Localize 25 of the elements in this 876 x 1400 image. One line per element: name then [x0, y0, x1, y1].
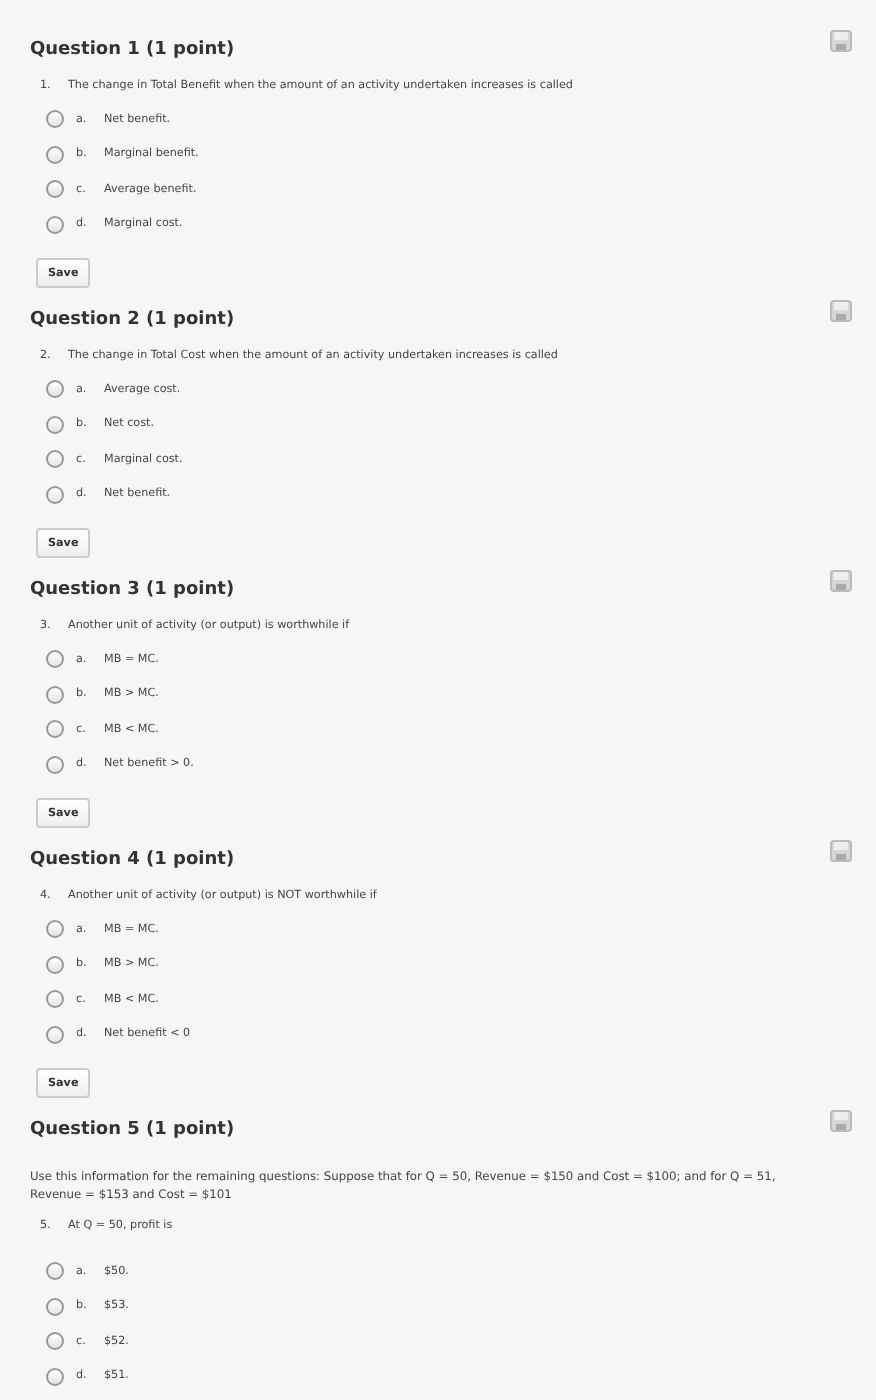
question-title: Question 3 (1 point)	[30, 578, 235, 602]
radio-button[interactable]	[46, 110, 64, 129]
radio-button[interactable]	[46, 1367, 64, 1386]
radio-button[interactable]	[46, 720, 64, 739]
question-title: Question 1 (1 point)	[30, 38, 235, 62]
radio-button[interactable]	[46, 755, 64, 774]
radio-button[interactable]	[46, 955, 64, 974]
radio-button[interactable]	[46, 485, 64, 504]
radio-button[interactable]	[46, 450, 64, 469]
radio-button[interactable]	[46, 1332, 64, 1351]
radio-button[interactable]	[46, 990, 64, 1009]
radio-button[interactable]	[46, 920, 64, 939]
radio-button[interactable]	[46, 650, 64, 669]
question-title: Question 5 (1 point)	[30, 1118, 235, 1142]
radio-button[interactable]	[46, 145, 64, 164]
radio-button[interactable]	[46, 180, 64, 199]
radio-button[interactable]	[46, 415, 64, 434]
radio-button[interactable]	[46, 685, 64, 704]
question-title: Question 2 (1 point)	[30, 308, 235, 332]
radio-button[interactable]	[46, 1262, 64, 1281]
question-title: Question 4 (1 point)	[30, 848, 235, 872]
radio-button[interactable]	[46, 1025, 64, 1044]
radio-button[interactable]	[46, 215, 64, 234]
radio-button[interactable]	[46, 1297, 64, 1316]
radio-button[interactable]	[46, 380, 64, 399]
